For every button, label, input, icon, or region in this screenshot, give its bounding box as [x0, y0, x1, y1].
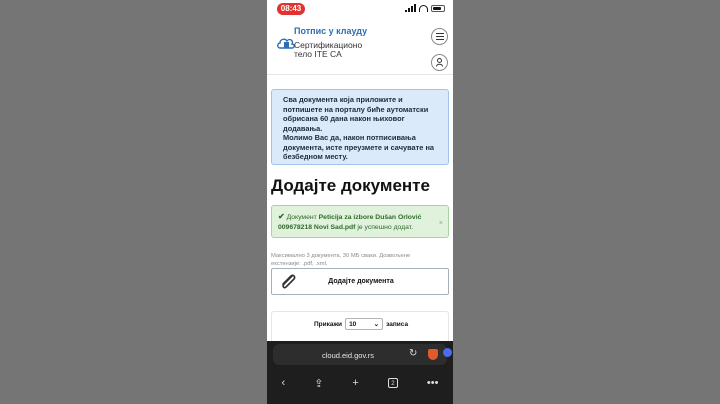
- browser-toolbar: ‹ ⇪ + 2 •••: [267, 368, 453, 404]
- browser-address-bar: cloud.eid.gov.rs ↻: [267, 341, 453, 368]
- info-alert: Сва документа која приложите и потпишете…: [271, 89, 449, 165]
- user-button[interactable]: [431, 54, 448, 71]
- site-header: Потпис у клауду Сертификационо тело ITE …: [267, 22, 453, 75]
- new-tab-icon[interactable]: +: [352, 377, 358, 389]
- page-size-select[interactable]: 10 ⌄: [345, 318, 384, 330]
- signal-icon: [405, 4, 416, 12]
- check-icon: ✔: [278, 212, 285, 221]
- close-icon[interactable]: ×: [439, 219, 443, 229]
- info-alert-text-1: Сва документа која приложите и потпишете…: [283, 95, 429, 133]
- upload-hint: Максимално 3 документа, 30 МБ сваки. Доз…: [271, 253, 411, 267]
- status-time: 08:43: [277, 3, 305, 15]
- page-title: Додајте документе: [271, 176, 430, 195]
- phone-screen: 08:43 Потпис у клауду Сертификационо тел…: [267, 0, 453, 404]
- share-icon[interactable]: ⇪: [314, 377, 323, 390]
- success-suffix: је успешно додат.: [357, 223, 414, 231]
- add-documents-label: Додајте документа: [328, 278, 394, 285]
- notification-badge-icon[interactable]: [443, 348, 452, 357]
- more-icon[interactable]: •••: [427, 377, 439, 389]
- url-field[interactable]: cloud.eid.gov.rs ↻: [273, 344, 452, 365]
- reload-icon[interactable]: ↻: [409, 348, 417, 359]
- url-text: cloud.eid.gov.rs: [322, 351, 374, 360]
- records-label: записа: [386, 320, 409, 328]
- info-alert-text-2: Молимо Вас да, након потписивања докумен…: [283, 133, 435, 161]
- success-prefix: Документ: [286, 214, 317, 221]
- site-subtitle: Сертификационо тело ITE CA: [294, 40, 363, 59]
- show-label: Прикажи: [313, 320, 343, 328]
- battery-icon: [431, 4, 445, 12]
- tabs-icon[interactable]: 2: [387, 378, 398, 388]
- hamburger-icon: [435, 33, 444, 34]
- status-bar: 08:43: [267, 0, 453, 18]
- page-size-control: Прикажи 10 ⌄ записа: [272, 318, 450, 330]
- cloud-logo-icon[interactable]: [276, 35, 296, 51]
- user-icon: [436, 58, 443, 67]
- add-documents-button[interactable]: Додајте документа: [271, 268, 449, 295]
- chevron-down-icon: ⌄: [373, 321, 380, 328]
- back-icon[interactable]: ‹: [282, 377, 286, 389]
- menu-button[interactable]: [431, 28, 448, 45]
- page-size-value: 10: [349, 320, 357, 328]
- wifi-icon: [419, 4, 428, 12]
- brave-shield-icon[interactable]: [428, 349, 438, 360]
- success-alert: ✔ Документ Peticija za izbore Dušan Orlo…: [271, 205, 449, 238]
- system-icons: [405, 4, 445, 12]
- site-title[interactable]: Потпис у клауду: [294, 26, 374, 36]
